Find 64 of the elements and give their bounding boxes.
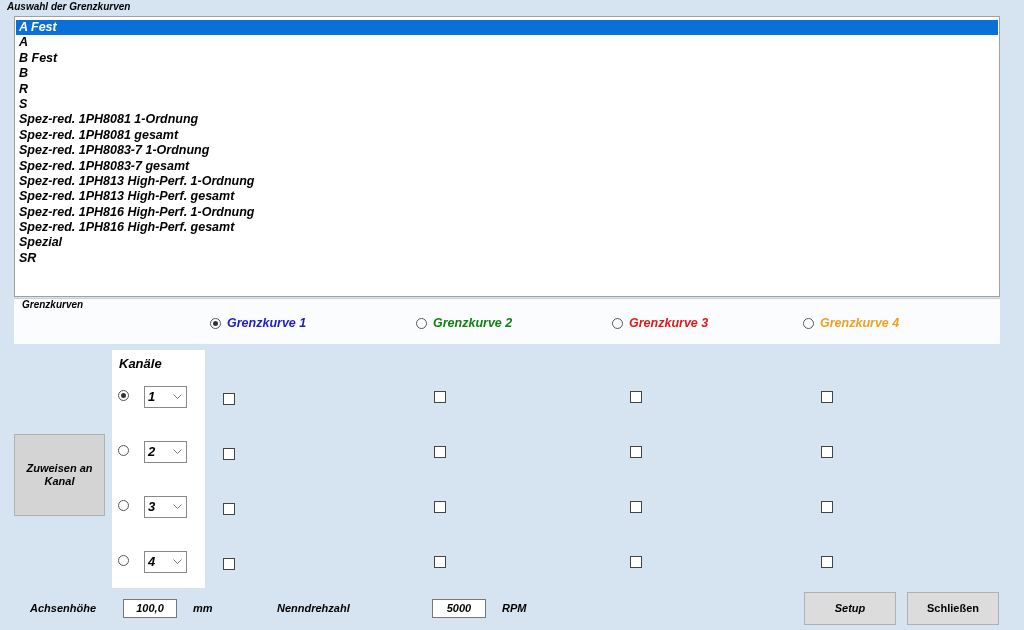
channel-dropdown[interactable]: 3 <box>144 495 187 518</box>
list-item[interactable]: Spez-red. 1PH8083-7 1-Ordnung <box>16 143 998 159</box>
checkbox[interactable] <box>223 447 235 460</box>
list-item[interactable]: Spez-red. 1PH8081 1-Ordnung <box>16 112 998 128</box>
dialog-button[interactable]: Schließen <box>907 591 999 625</box>
checkbox[interactable] <box>821 555 833 568</box>
list-item[interactable]: B Fest <box>16 50 998 67</box>
checkbox[interactable] <box>821 500 833 513</box>
checkbox[interactable] <box>223 557 235 570</box>
list-item[interactable]: Spez-red. 1PH8081 gesamt <box>16 127 998 144</box>
radio-button[interactable] <box>118 444 129 456</box>
chevron-down-icon <box>173 394 182 399</box>
checkbox[interactable] <box>630 445 642 458</box>
channel-dropdown[interactable]: 2 <box>144 440 187 463</box>
radio-button[interactable] <box>118 554 129 566</box>
list-item[interactable]: SR <box>16 250 998 267</box>
radio-button[interactable] <box>612 318 623 329</box>
unit-label: RPM <box>502 600 528 616</box>
list-item[interactable]: A Fest <box>16 20 998 36</box>
checkbox[interactable] <box>821 445 833 458</box>
checkbox[interactable] <box>630 555 642 568</box>
checkbox[interactable] <box>434 555 446 568</box>
chevron-down-icon <box>173 504 182 509</box>
curve-option-label[interactable]: Grenzkurve 2 <box>433 316 513 331</box>
chevron-down-icon <box>173 449 182 454</box>
group-label: Grenzkurven <box>22 299 84 311</box>
radio-button[interactable] <box>118 499 129 511</box>
channels-label: Kanäle <box>119 356 162 371</box>
checkbox[interactable] <box>630 500 642 513</box>
radio-button[interactable] <box>210 318 221 329</box>
assign-button[interactable]: Zuweisen an Kanal <box>14 434 105 516</box>
curve-option-label[interactable]: Grenzkurve 3 <box>629 316 709 331</box>
value-field[interactable]: 5000 <box>432 598 486 618</box>
list-item[interactable]: Spez-red. 1PH816 High-Perf. gesamt <box>16 220 998 236</box>
field-label: Achsenhöhe <box>30 600 97 616</box>
checkbox[interactable] <box>434 445 446 458</box>
list-item[interactable]: Spezial <box>16 235 998 251</box>
list-item[interactable]: Spez-red. 1PH816 High-Perf. 1-Ordnung <box>16 204 998 221</box>
list-item[interactable]: R <box>16 81 998 97</box>
curve-list[interactable] <box>14 16 1000 297</box>
list-item[interactable]: S <box>16 96 998 113</box>
list-item[interactable]: Spez-red. 1PH813 High-Perf. gesamt <box>16 189 998 205</box>
dialog-button[interactable]: Setup <box>804 591 896 625</box>
chevron-down-icon <box>173 559 182 564</box>
checkbox[interactable] <box>223 502 235 515</box>
radio-button[interactable] <box>118 389 129 401</box>
list-item[interactable]: Spez-red. 1PH813 High-Perf. 1-Ordnung <box>16 173 998 190</box>
list-item[interactable]: Spez-red. 1PH8083-7 gesamt <box>16 158 998 174</box>
channel-dropdown[interactable]: 4 <box>144 550 187 573</box>
channel-dropdown[interactable]: 1 <box>144 385 187 408</box>
value-field[interactable]: 100,0 <box>123 598 177 618</box>
radio-button[interactable] <box>416 318 427 329</box>
field-label: Nenndrehzahl <box>277 600 351 616</box>
checkbox[interactable] <box>223 392 235 405</box>
unit-label: mm <box>193 600 214 616</box>
list-item[interactable]: A <box>16 35 998 51</box>
list-item[interactable]: B <box>16 66 998 82</box>
section-title: Auswahl der Grenzkurven <box>6 0 132 14</box>
checkbox[interactable] <box>434 500 446 513</box>
checkbox[interactable] <box>821 390 833 403</box>
radio-button[interactable] <box>803 318 814 329</box>
curve-option-label[interactable]: Grenzkurve 1 <box>227 316 307 331</box>
checkbox[interactable] <box>630 390 642 403</box>
checkbox[interactable] <box>434 390 446 403</box>
